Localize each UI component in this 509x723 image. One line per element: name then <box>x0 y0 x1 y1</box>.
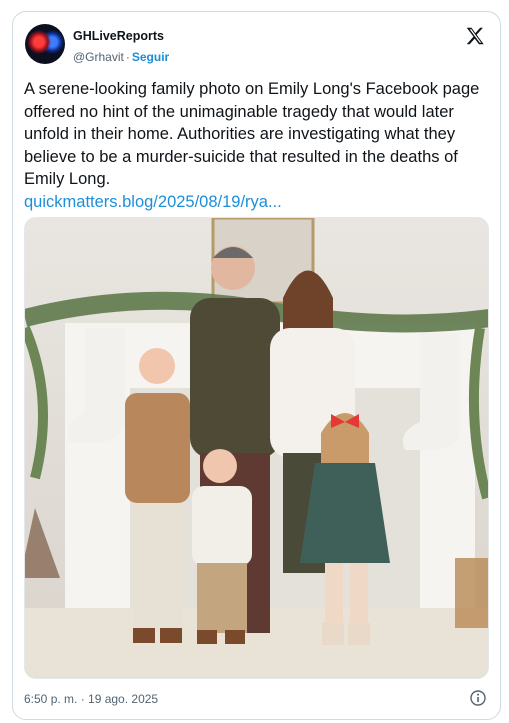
family-photo[interactable] <box>24 217 489 679</box>
avatar[interactable] <box>25 24 65 64</box>
info-icon[interactable] <box>470 690 486 706</box>
separator: · <box>125 50 130 64</box>
tweet-link[interactable]: quickmatters.blog/2025/08/19/rya... <box>24 193 282 211</box>
handle[interactable]: @Grhavit <box>73 50 124 64</box>
display-name[interactable]: GHLiveReports <box>73 29 164 43</box>
tweet-text: A serene-looking family photo on Emily L… <box>24 78 494 213</box>
tweet-body: A serene-looking family photo on Emily L… <box>24 80 480 188</box>
tweet-card: GHLiveReports @Grhavit · Seguir A serene-l… <box>12 11 501 720</box>
follow-button[interactable]: Seguir <box>132 50 169 64</box>
timestamp[interactable]: 6:50 p. m. · 19 ago. 2025 <box>24 692 158 706</box>
handle-row: @Grhavit · Seguir <box>73 50 169 64</box>
x-logo-icon[interactable] <box>464 25 486 47</box>
family-photo-illustration <box>25 218 488 678</box>
